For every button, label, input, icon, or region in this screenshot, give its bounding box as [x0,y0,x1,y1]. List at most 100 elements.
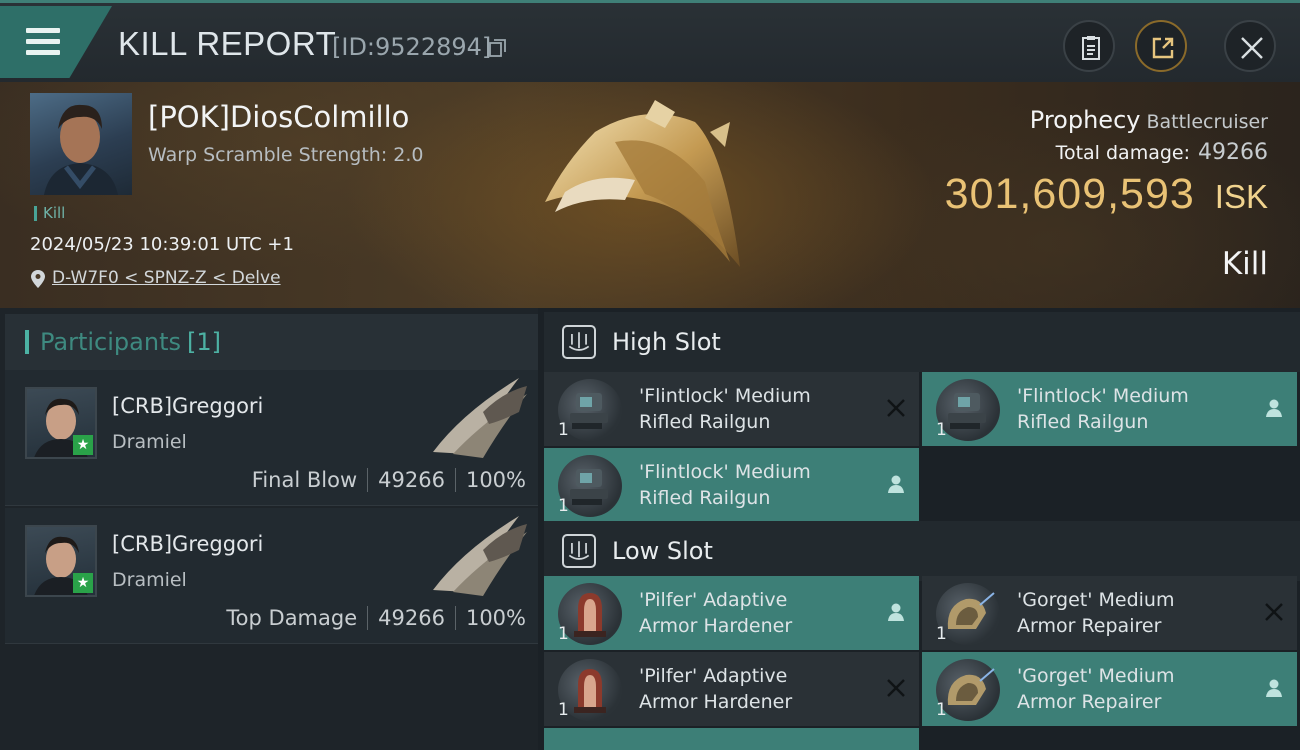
star-icon: ★ [73,435,93,455]
share-icon [1152,37,1174,59]
ship-image [545,100,740,267]
module-quantity: 1 [558,624,569,644]
module-name-line1: 'Gorget' Medium [1017,665,1175,687]
high-slot-label: High Slot [612,328,721,356]
module-item[interactable]: 1 'Flintlock' Medium Rifled Railgun [544,448,919,522]
participant-stats: Final Blow 49266 100% [252,468,526,492]
participants-panel: Participants [1] ★ [CRB]Greggori Dramiel … [0,308,538,750]
high-slot-icon [562,325,596,359]
module-name-line2: Armor Repairer [1017,691,1162,713]
ship-name[interactable]: Prophecy [1030,106,1141,134]
module-quantity: 1 [936,700,947,720]
participants-accent-bar [25,330,29,354]
module-name: 'Gorget' Medium Armor Repairer [1017,587,1174,639]
module-name-line2: Rifled Railgun [639,487,771,509]
module-name-line2: Rifled Railgun [1017,411,1149,433]
clipboard-icon [1082,36,1100,60]
module-item[interactable]: 1 'Gorget' Medium Armor Repairer [922,576,1297,650]
avatar[interactable]: ★ [25,525,97,597]
victim-avatar[interactable] [30,93,132,195]
person-icon [888,475,904,493]
menu-icon [26,28,60,33]
total-damage-value: 49266 [1198,140,1268,165]
destroyed-icon [887,679,905,697]
result-label: Kill [1221,246,1268,282]
page-title: KILL REPORT [118,25,337,62]
participant-role: Top Damage [226,606,358,630]
menu-icon-bar [26,50,60,55]
module-name-line2: Armor Hardener [639,615,793,637]
module-name: 'Flintlock' Medium Rifled Railgun [1017,383,1189,435]
participant-row[interactable]: ★ [CRB]Greggori Dramiel Final Blow 49266 1… [5,370,538,506]
person-icon [888,603,904,621]
destroyed-icon [887,399,905,417]
module-name-line1: 'Flintlock' Medium [639,461,811,483]
warp-scramble-strength: Warp Scramble Strength: 2.0 [148,144,424,166]
module-quantity: 1 [558,496,569,516]
module-quantity: 1 [558,700,569,720]
isk-value: 301,609,593 [944,170,1195,218]
participants-title: Participants [1] [40,328,221,356]
victim-name[interactable]: [POK]DiosColmillo [148,100,409,134]
module-item[interactable]: 1 'Pilfer' Adaptive Armor Hardener [544,576,919,650]
close-button[interactable] [1224,20,1276,72]
kill-tag: Kill [34,206,65,221]
module-name-line1: 'Gorget' Medium [1017,589,1175,611]
kill-timestamp: 2024/05/23 10:39:01 UTC +1 [30,234,294,255]
participant-name[interactable]: [CRB]Greggori [112,394,263,418]
share-button[interactable] [1135,20,1187,72]
menu-icon-bar [26,39,60,44]
participant-role: Final Blow [251,468,358,492]
participant-stats: Top Damage 49266 100% [226,606,526,630]
participant-percent: 100% [465,606,526,630]
fitting-panel: High Slot 1 'Flintlock' Medium Rifled Ra… [538,308,1300,750]
participants-title-text: Participants [40,328,181,356]
copy-icon[interactable] [488,38,508,58]
isk-value-block: 301,609,593 ISK [945,170,1268,219]
module-name: 'Flintlock' Medium Rifled Railgun [639,459,811,511]
module-name-line2: Armor Hardener [639,691,793,713]
isk-unit: ISK [1214,178,1268,215]
total-damage-label: Total damage: [1055,142,1190,164]
avatar[interactable]: ★ [25,387,97,459]
star-icon: ★ [73,573,93,593]
module-item[interactable]: 1 'Gorget' Medium Armor Repairer [922,652,1297,726]
module-name-line1: 'Flintlock' Medium [639,385,811,407]
participant-name[interactable]: [CRB]Greggori [112,532,263,556]
person-icon [1266,399,1282,417]
module-name-line1: 'Pilfer' Adaptive [639,665,788,687]
participant-percent: 100% [465,468,526,492]
stats-divider [454,468,456,492]
participants-count: [1] [186,328,221,356]
module-name: 'Pilfer' Adaptive Armor Hardener [639,587,792,639]
module-name: 'Flintlock' Medium Rifled Railgun [639,383,811,435]
high-slot-header: High Slot [544,312,1300,372]
close-icon [1241,37,1263,59]
kill-location-link[interactable]: D-W7F0 < SPNZ-Z < Delve [30,268,281,288]
participant-damage: 49266 [378,468,445,492]
module-item-partial[interactable] [544,728,919,750]
participant-row[interactable]: ★ [CRB]Greggori Dramiel Top Damage 49266 1… [5,508,538,644]
module-quantity: 1 [558,420,569,440]
ship-type: Prophecy Battlecruiser [1030,106,1268,134]
module-quantity: 1 [936,420,947,440]
module-item[interactable]: 1 'Flintlock' Medium Rifled Railgun [922,372,1297,446]
location-pin-icon [31,270,45,288]
stats-divider [454,606,456,630]
module-name: 'Gorget' Medium Armor Repairer [1017,663,1174,715]
ship-class: Battlecruiser [1146,111,1268,133]
report-id: [ID:9522894] [332,33,492,61]
total-damage: Total damage: 49266 [1056,140,1268,165]
participant-ship-image [433,378,527,458]
module-item[interactable]: 1 'Flintlock' Medium Rifled Railgun [544,372,919,446]
module-item[interactable]: 1 'Pilfer' Adaptive Armor Hardener [544,652,919,726]
low-slot-label: Low Slot [612,537,713,565]
destroyed-icon [1265,603,1283,621]
low-slot-icon [562,534,596,568]
stats-divider [367,606,369,630]
menu-button[interactable] [0,6,112,78]
clipboard-button[interactable] [1063,20,1115,72]
participant-damage: 49266 [378,606,445,630]
module-quantity: 1 [936,624,947,644]
module-name-line1: 'Pilfer' Adaptive [639,589,788,611]
